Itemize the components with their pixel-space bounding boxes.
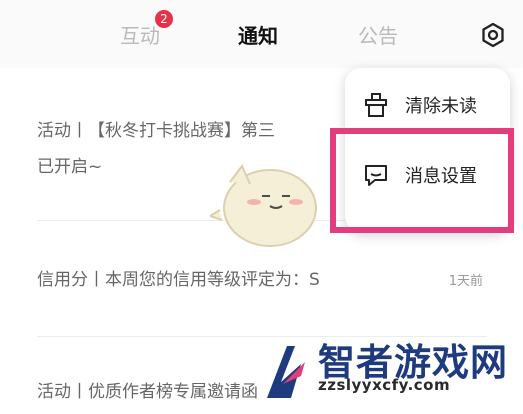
notification-item-2[interactable]: 信用分丨本周您的信用等级评定为：S <box>37 262 487 298</box>
tab-interaction[interactable]: 互动 <box>120 20 160 49</box>
menu-item-label: 清除未读 <box>405 96 477 117</box>
mascot-image <box>210 164 317 247</box>
notification-text: 信用分丨本周您的信用等级评定为：S <box>37 270 320 290</box>
top-tab-bar: 互动 2 通知 公告 <box>0 0 523 68</box>
highlight-box <box>330 128 514 233</box>
site-watermark: 智者游戏网 zzslyyxcfy.com <box>256 328 523 414</box>
watermark-logo-icon <box>267 346 305 398</box>
watermark-url: zzslyyxcfy.com <box>318 376 451 394</box>
notification-time: 1天前 <box>448 274 483 289</box>
tab-announcements[interactable]: 公告 <box>358 20 398 49</box>
clear-icon <box>365 93 387 117</box>
menu-item-clear-unread[interactable]: 清除未读 <box>363 80 503 130</box>
tab-notifications[interactable]: 通知 <box>238 20 278 49</box>
settings-icon[interactable] <box>480 22 506 48</box>
unread-badge: 2 <box>155 10 173 28</box>
